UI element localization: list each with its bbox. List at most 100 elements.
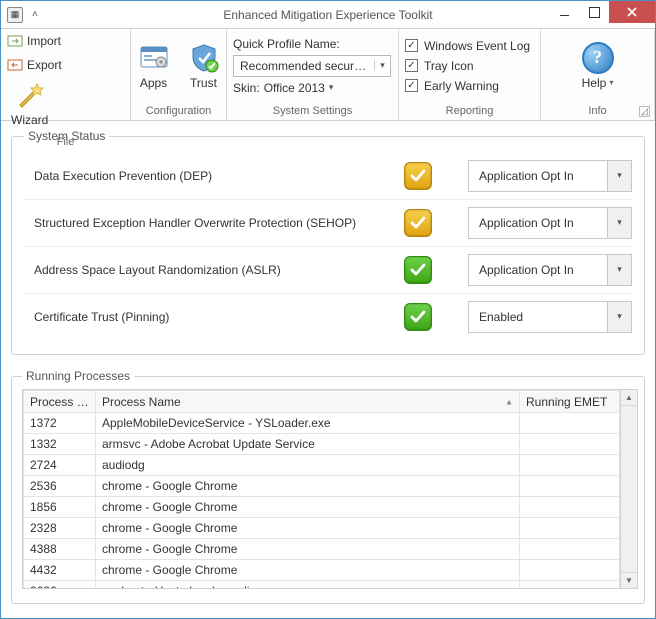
status-value: Application Opt In xyxy=(469,263,607,277)
table-row[interactable]: 1332armsvc - Adobe Acrobat Update Servic… xyxy=(24,434,620,455)
status-dropdown[interactable]: Application Opt In▾ xyxy=(468,254,632,286)
chevron-down-icon: ▾ xyxy=(607,161,631,191)
cell-name: armsvc - Adobe Acrobat Update Service xyxy=(96,434,520,455)
maximize-button[interactable] xyxy=(579,1,609,23)
quick-profile-combo[interactable]: Recommended security … ▾ xyxy=(233,55,391,77)
running-processes-group: Running Processes Process … Process Name… xyxy=(11,369,645,604)
trayicon-checkbox[interactable]: ✓Tray Icon xyxy=(405,59,474,73)
status-check-icon xyxy=(404,256,432,284)
process-table: Process … Process Name▲ Running EMET 137… xyxy=(23,390,620,588)
system-status-group: System Status Data Execution Prevention … xyxy=(11,129,645,355)
export-label: Export xyxy=(27,58,62,72)
cell-pid: 4432 xyxy=(24,560,96,581)
cell-name: chrome - Google Chrome xyxy=(96,560,520,581)
status-value: Application Opt In xyxy=(469,216,607,230)
col-header-pid[interactable]: Process … xyxy=(24,391,96,413)
skin-dropdown[interactable]: ▾ xyxy=(329,82,334,93)
col-header-name[interactable]: Process Name▲ xyxy=(96,391,520,413)
quick-profile-value: Recommended security … xyxy=(234,59,374,73)
cell-pid: 2724 xyxy=(24,455,96,476)
status-row: Address Space Layout Randomization (ASLR… xyxy=(24,247,632,293)
cell-pid: 1332 xyxy=(24,434,96,455)
cell-name: AppleMobileDeviceService - YSLoader.exe xyxy=(96,413,520,434)
chevron-down-icon: ▾ xyxy=(607,208,631,238)
chevron-down-icon: ▾ xyxy=(607,302,631,332)
dialog-launcher-icon[interactable]: ◿ xyxy=(639,106,650,117)
cell-name: chrome - Google Chrome xyxy=(96,497,520,518)
cell-name: audiodg xyxy=(96,455,520,476)
cell-emet xyxy=(520,581,620,589)
cell-name: chrome - Google Chrome xyxy=(96,476,520,497)
cell-emet xyxy=(520,434,620,455)
table-row[interactable]: 1372AppleMobileDeviceService - YSLoader.… xyxy=(24,413,620,434)
chevron-down-icon: ▾ xyxy=(374,60,390,71)
status-row: Data Execution Prevention (DEP) Applicati… xyxy=(24,153,632,199)
ribbon-group-system-settings: System Settings xyxy=(227,102,398,120)
cell-pid: 2536 xyxy=(24,476,96,497)
skin-label: Skin: xyxy=(233,81,260,95)
apps-label: Apps xyxy=(140,76,167,90)
cell-pid: 2328 xyxy=(24,518,96,539)
ribbon-group-configuration: Configuration xyxy=(131,102,226,120)
ribbon: Import Export Wizard File Ap xyxy=(1,29,655,121)
trust-button[interactable]: Trust xyxy=(184,40,224,92)
status-label: Address Space Layout Randomization (ASLR… xyxy=(24,263,398,277)
cell-name: chrome - Google Chrome xyxy=(96,539,520,560)
table-row[interactable]: 2724audiodg xyxy=(24,455,620,476)
quick-profile-label: Quick Profile Name: xyxy=(233,37,340,51)
help-button[interactable]: ? Help▾ xyxy=(582,42,614,90)
status-label: Data Execution Prevention (DEP) xyxy=(24,169,398,183)
scroll-down-icon[interactable]: ▼ xyxy=(621,572,637,588)
status-value: Application Opt In xyxy=(469,169,607,183)
status-dropdown[interactable]: Enabled▾ xyxy=(468,301,632,333)
eventlog-checkbox[interactable]: ✓Windows Event Log xyxy=(405,39,530,53)
cell-pid: 2636 xyxy=(24,581,96,589)
close-button[interactable] xyxy=(609,1,655,23)
scroll-up-icon[interactable]: ▲ xyxy=(621,390,637,406)
ribbon-group-reporting: Reporting xyxy=(399,102,540,120)
cell-emet xyxy=(520,518,620,539)
status-dropdown[interactable]: Application Opt In▾ xyxy=(468,207,632,239)
import-label: Import xyxy=(27,34,61,48)
cell-emet xyxy=(520,497,620,518)
cell-pid: 1372 xyxy=(24,413,96,434)
cell-pid: 4388 xyxy=(24,539,96,560)
status-row: Certificate Trust (Pinning) Enabled▾ xyxy=(24,294,632,340)
sort-asc-icon: ▲ xyxy=(505,397,513,406)
skin-value: Office 2013 xyxy=(264,81,325,95)
cell-emet xyxy=(520,560,620,581)
table-row[interactable]: 2636conhost - Host okna konsoli xyxy=(24,581,620,589)
table-row[interactable]: 4388chrome - Google Chrome xyxy=(24,539,620,560)
cell-emet xyxy=(520,455,620,476)
status-dropdown[interactable]: Application Opt In▾ xyxy=(468,160,632,192)
status-label: Certificate Trust (Pinning) xyxy=(24,310,398,324)
title-bar: ▦ ˄ Enhanced Mitigation Experience Toolk… xyxy=(1,1,655,29)
ribbon-group-info: Info xyxy=(541,102,654,120)
scrollbar[interactable]: ▲ ▼ xyxy=(620,390,637,588)
table-row[interactable]: 2328chrome - Google Chrome xyxy=(24,518,620,539)
export-button[interactable]: Export xyxy=(7,57,62,73)
table-row[interactable]: 4432chrome - Google Chrome xyxy=(24,560,620,581)
cell-pid: 1856 xyxy=(24,497,96,518)
cell-emet xyxy=(520,476,620,497)
status-check-icon xyxy=(404,209,432,237)
table-row[interactable]: 1856chrome - Google Chrome xyxy=(24,497,620,518)
trust-label: Trust xyxy=(190,76,217,90)
earlywarning-checkbox[interactable]: ✓Early Warning xyxy=(405,79,499,93)
table-row[interactable]: 2536chrome - Google Chrome xyxy=(24,476,620,497)
apps-button[interactable]: Apps xyxy=(134,40,174,92)
import-button[interactable]: Import xyxy=(7,33,62,49)
system-status-legend: System Status xyxy=(24,129,109,143)
col-header-emet[interactable]: Running EMET xyxy=(520,391,620,413)
cell-name: chrome - Google Chrome xyxy=(96,518,520,539)
status-row: Structured Exception Handler Overwrite P… xyxy=(24,200,632,246)
help-icon: ? xyxy=(582,42,614,74)
status-check-icon xyxy=(404,303,432,331)
chevron-down-icon: ▾ xyxy=(607,255,631,285)
status-value: Enabled xyxy=(469,310,607,324)
cell-emet xyxy=(520,413,620,434)
cell-name: conhost - Host okna konsoli xyxy=(96,581,520,589)
minimize-button[interactable] xyxy=(549,1,579,23)
status-check-icon xyxy=(404,162,432,190)
running-processes-legend: Running Processes xyxy=(22,369,134,383)
